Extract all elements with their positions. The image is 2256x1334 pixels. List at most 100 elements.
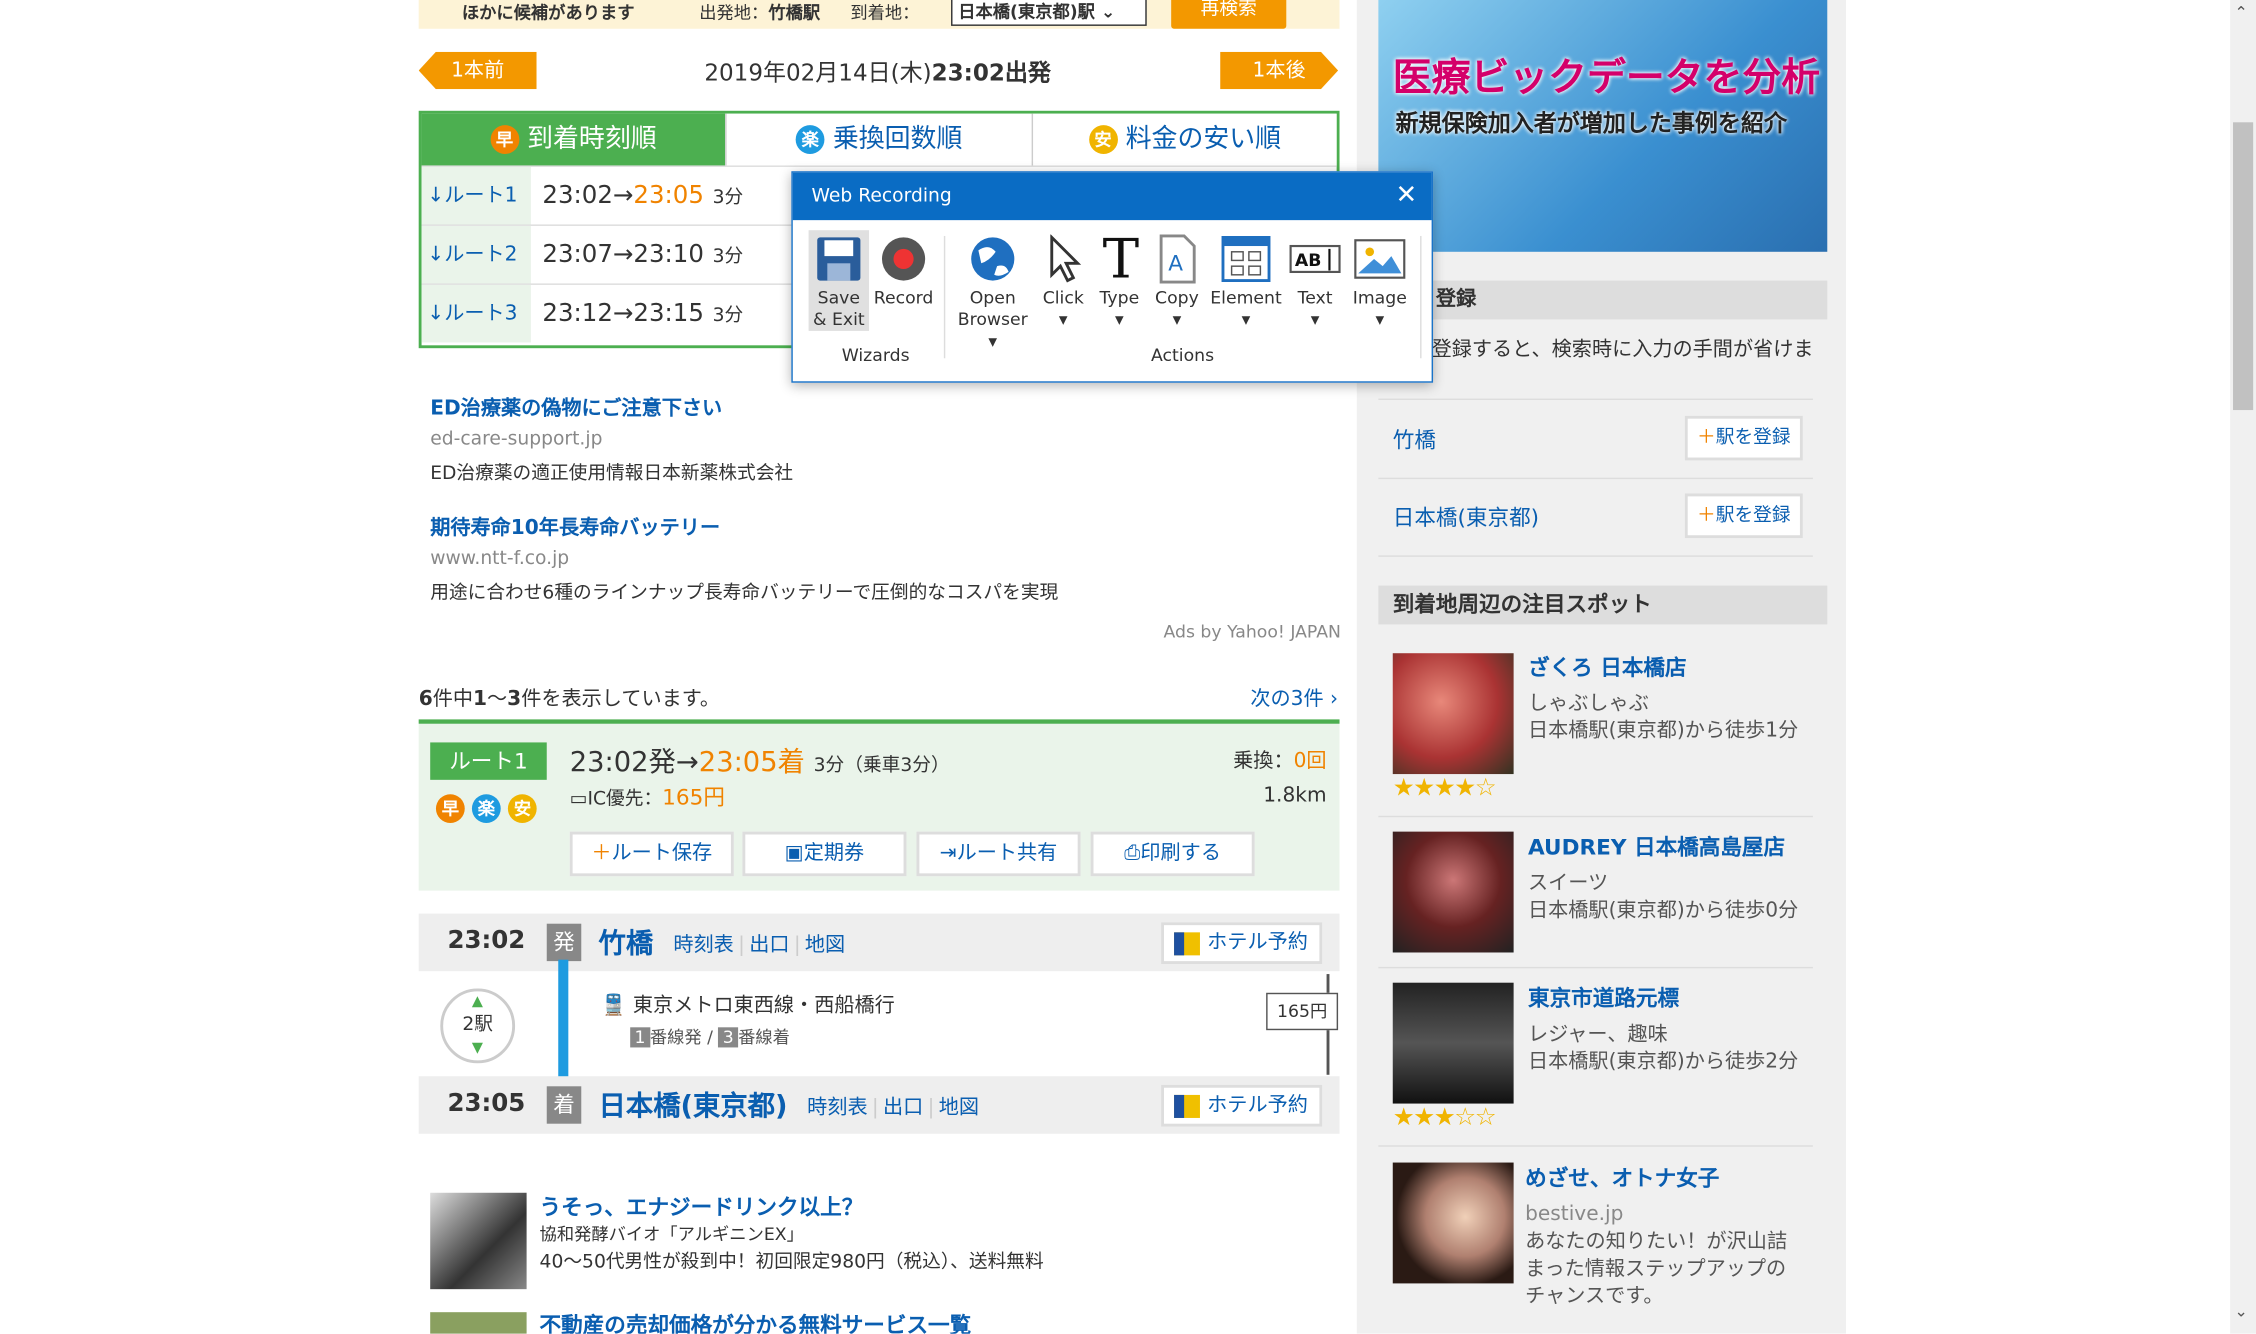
register-station-button[interactable]: ＋駅を登録 — [1684, 493, 1803, 539]
prev-train-button[interactable]: 1本前 — [418, 51, 537, 90]
copy-action-button[interactable]: A Copy ▾ — [1150, 230, 1205, 331]
rating-stars: ★★★★☆ — [1392, 774, 1497, 803]
text-ad[interactable]: ED治療薬の偽物にご注意下さい ed-care-support.jp ED治療薬… — [430, 393, 1336, 485]
record-icon — [876, 230, 931, 288]
record-button[interactable]: Record — [873, 230, 933, 309]
scroll-up-icon[interactable]: ⌃ — [2234, 3, 2247, 22]
map-link[interactable]: 地図 — [805, 934, 845, 957]
scrollbar-thumb[interactable] — [2233, 122, 2254, 411]
wizards-group-label: Wizards — [841, 345, 910, 366]
ad-image[interactable] — [430, 1192, 527, 1290]
spot-image[interactable] — [1392, 1162, 1514, 1284]
timetable-link[interactable]: 時刻表 — [673, 934, 733, 957]
register-station-button[interactable]: ＋駅を登録 — [1684, 415, 1803, 461]
spot-title[interactable]: めざせ、オトナ女子 — [1525, 1163, 1798, 1193]
tab-arrival-time[interactable]: 早 到着時刻順 — [421, 113, 726, 166]
element-action-button[interactable]: Element ▾ — [1209, 230, 1284, 331]
route-label[interactable]: ↓ルート2 — [421, 225, 531, 284]
cursor-icon — [1037, 230, 1092, 288]
plus-icon: ＋ — [1697, 505, 1716, 527]
text-icon: AB — [1288, 230, 1343, 288]
spot-title[interactable]: ざくろ 日本橋店 — [1528, 652, 1816, 682]
share-route-button[interactable]: ⇥ルート共有 — [916, 831, 1081, 877]
ad-desc: 40～50代男性が殺到中！初回限定980円（税込）、送料無料 — [539, 1251, 1044, 1274]
station-name[interactable]: 日本橋(東京都) — [599, 1085, 788, 1124]
dialog-title: Web Recording — [792, 172, 1432, 221]
click-action-button[interactable]: Click ▾ — [1037, 230, 1089, 331]
easy-badge-icon: 楽 — [472, 793, 501, 823]
research-button[interactable]: 再検索 — [1171, 0, 1287, 29]
triangle-down-icon: ▼ — [471, 1040, 484, 1057]
spot-item[interactable]: 東京市道路元標 レジャー、趣味 日本橋駅(東京都)から徒歩2分 — [1528, 983, 1816, 1077]
globe-icon — [965, 230, 1020, 288]
ad-title[interactable]: うそっ、エナジードリンク以上？ — [540, 1191, 1346, 1221]
alt-search-label: ほかに候補があります — [461, 2, 635, 24]
spot-title[interactable]: AUDREY 日本橋高島屋店 — [1528, 832, 1816, 862]
arrive-tag: 着 — [546, 1086, 582, 1124]
save-exit-button[interactable]: Save & Exit — [808, 230, 870, 331]
printer-icon: ⎙ — [1124, 841, 1141, 865]
spot-item[interactable]: AUDREY 日本橋高島屋店 スイーツ 日本橋駅(東京都)から徒歩0分 — [1528, 832, 1816, 926]
native-ad[interactable]: うそっ、エナジードリンク以上？ 協和発酵バイオ「アルギニンEX」 40～50代男… — [540, 1191, 1346, 1273]
stops-count[interactable]: ▲ 2駅 ▼ — [440, 988, 516, 1064]
plus-icon: ＋ — [1697, 427, 1716, 449]
spot-item[interactable]: めざせ、オトナ女子 bestive.jp あなたの知りたい！が沢山詰まった情報ス… — [1525, 1163, 1798, 1311]
text-ad[interactable]: 期待寿命10年長寿命バッテリー www.ntt-f.co.jp 用途に合わせ6種… — [430, 512, 1336, 605]
image-action-button[interactable]: Image ▾ — [1348, 230, 1411, 331]
from-label: 出発地： — [699, 2, 769, 24]
spot-image[interactable] — [1392, 982, 1514, 1104]
ad-desc: 用途に合わせ6種のラインナップ長寿命バッテリーで圧倒的なコスパを実現 — [430, 582, 1059, 605]
next-3-link[interactable]: 次の3件 › — [1194, 683, 1338, 712]
text-action-button[interactable]: AB Text ▾ — [1286, 230, 1344, 331]
close-icon[interactable]: ✕ — [1396, 173, 1418, 219]
spot-source: bestive.jp — [1525, 1202, 1624, 1226]
spot-item[interactable]: ざくろ 日本橋店 しゃぶしゃぶ 日本橋駅(東京都)から徒歩1分 — [1528, 652, 1816, 746]
register-header: 登録 — [1378, 280, 1828, 320]
route-tag: ルート1 — [430, 742, 547, 780]
commuter-pass-button[interactable]: ▣定期券 — [742, 831, 907, 877]
alt-search-bar: ほかに候補があります 出発地：竹橋駅 到着地： 日本橋(東京都)駅 ⌄ 再検索 — [418, 0, 1340, 29]
tab-transfer-count[interactable]: 楽 乗換回数順 — [725, 113, 1032, 166]
hotel-reserve-button[interactable]: ホテル予約 — [1161, 922, 1323, 964]
print-button[interactable]: ⎙印刷する — [1090, 831, 1255, 877]
ic-fare: ▭IC優先：165円 — [569, 784, 725, 811]
route-label[interactable]: ↓ルート1 — [421, 166, 531, 225]
departure-datetime: 2019年02月14日(木)23:02出発 — [704, 58, 1051, 87]
ads-by-label: Ads by Yahoo! JAPAN — [1163, 621, 1341, 642]
ad-title[interactable]: 不動産の売却価格が分かる無料サービス一覧 — [540, 1309, 972, 1334]
exit-link[interactable]: 出口 — [883, 1096, 923, 1119]
open-browser-button[interactable]: Open Browser ▾ — [951, 230, 1034, 352]
save-route-button[interactable]: ＋ルート保存 — [569, 831, 734, 877]
svg-text:A: A — [1168, 251, 1183, 276]
to-station-select[interactable]: 日本橋(東京都)駅 ⌄ — [951, 0, 1147, 26]
route-badges: 早 楽 安 — [435, 793, 537, 823]
ad-title[interactable]: ED治療薬の偽物にご注意下さい — [430, 393, 1336, 422]
map-link[interactable]: 地図 — [939, 1096, 979, 1119]
spot-title[interactable]: 東京市道路元標 — [1528, 983, 1816, 1013]
ad-image[interactable] — [430, 1312, 527, 1334]
timetable-link[interactable]: 時刻表 — [807, 1096, 867, 1119]
medical-banner-ad[interactable]: 医療ビックデータを分析 新規保険加入者が増加した事例を紹介 — [1378, 0, 1828, 252]
station-name[interactable]: 竹橋 — [599, 922, 654, 961]
spot-image[interactable] — [1392, 831, 1514, 953]
segment-fare: 165円 — [1266, 992, 1339, 1031]
ad-title[interactable]: 期待寿命10年長寿命バッテリー — [430, 512, 1336, 541]
plus-icon: ＋ — [591, 841, 612, 865]
saved-station-name[interactable]: 竹橋 — [1393, 424, 1436, 454]
exit-link[interactable]: 出口 — [749, 934, 789, 957]
spot-distance: 日本橋駅(東京都)から徒歩1分 — [1528, 719, 1799, 743]
type-action-button[interactable]: T Type ▾ — [1093, 230, 1145, 331]
result-count: 6件中1～3件を表示しています。 — [418, 687, 721, 711]
hotel-reserve-button[interactable]: ホテル予約 — [1161, 1084, 1323, 1127]
next-train-button[interactable]: 1本後 — [1220, 52, 1338, 89]
route-label[interactable]: ↓ルート3 — [421, 284, 531, 343]
saved-station-name[interactable]: 日本橋(東京都) — [1393, 502, 1539, 532]
route-detail-header: ルート1 23:02発→23:05着 3分（乗車3分） 乗換：0回 ▭IC優先：… — [418, 719, 1340, 891]
fast-badge-icon: 早 — [435, 793, 465, 823]
element-icon — [1219, 230, 1274, 288]
svg-text:AB: AB — [1295, 251, 1322, 271]
station-time: 23:05 — [447, 1089, 526, 1118]
spot-image[interactable] — [1392, 653, 1514, 775]
scroll-down-icon[interactable]: ⌄ — [2234, 1302, 2247, 1321]
tab-cheapest[interactable]: 安 料金の安い順 — [1031, 113, 1337, 166]
